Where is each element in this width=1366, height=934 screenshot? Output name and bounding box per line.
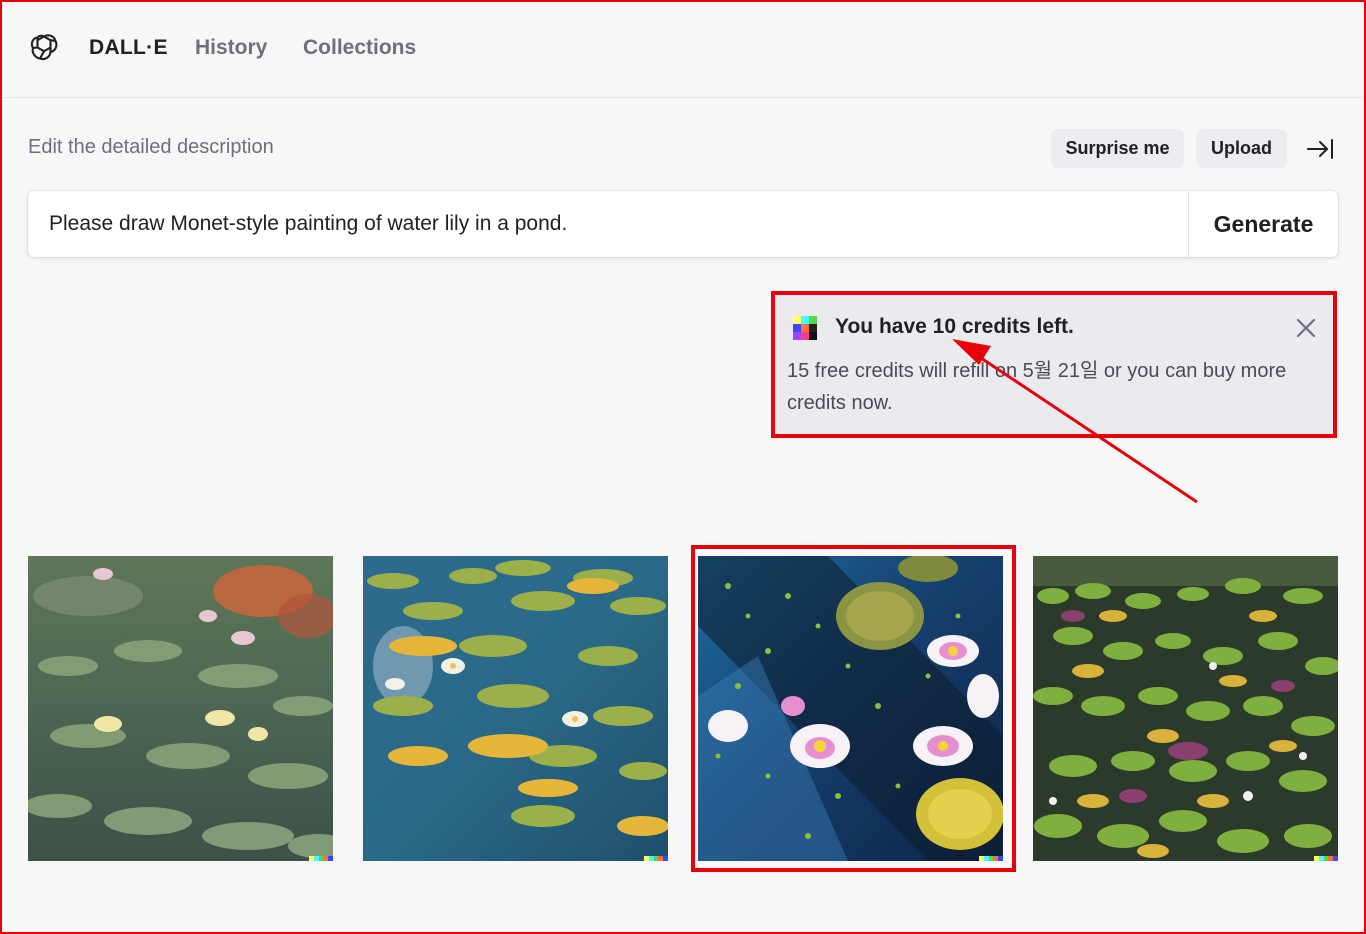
- prompt-input[interactable]: [28, 191, 1188, 257]
- dalle-color-grid-icon: [793, 316, 817, 340]
- water-lily-image-4[interactable]: [1033, 556, 1338, 861]
- water-lily-image-3-art: [698, 556, 1003, 861]
- water-lily-image-1-art: [28, 556, 333, 861]
- water-lily-image-2-art: [363, 556, 668, 861]
- nav-history[interactable]: History: [195, 36, 267, 60]
- nav-collections[interactable]: Collections: [303, 36, 416, 60]
- brand-dalle[interactable]: DALL·E: [89, 36, 168, 60]
- openai-logo-icon[interactable]: [28, 32, 60, 64]
- water-lily-image-3[interactable]: [698, 556, 1003, 861]
- dalle-watermark: [309, 856, 333, 861]
- dalle-watermark: [644, 856, 668, 861]
- surprise-me-button[interactable]: Surprise me: [1051, 129, 1184, 168]
- credits-body: 15 free credits will refill on 5월 21일 or…: [787, 360, 1287, 414]
- prompt-box: Generate: [28, 191, 1338, 257]
- dalle-watermark: [1314, 856, 1338, 861]
- close-icon[interactable]: [1295, 317, 1317, 339]
- arrow-right-to-bar-icon[interactable]: [1306, 137, 1334, 161]
- top-nav-bar: DALL·E History Collections: [2, 2, 1364, 98]
- upload-button[interactable]: Upload: [1196, 129, 1287, 168]
- water-lily-image-4-art: [1033, 556, 1338, 861]
- credits-title: You have 10 credits left.: [835, 315, 1074, 338]
- dalle-watermark: [979, 856, 1003, 861]
- credits-notice: You have 10 credits left. 15 free credit…: [771, 291, 1337, 438]
- prompt-label: Edit the detailed description: [28, 136, 274, 158]
- water-lily-image-1[interactable]: [28, 556, 333, 861]
- generate-button[interactable]: Generate: [1189, 191, 1338, 257]
- water-lily-image-2[interactable]: [363, 556, 668, 861]
